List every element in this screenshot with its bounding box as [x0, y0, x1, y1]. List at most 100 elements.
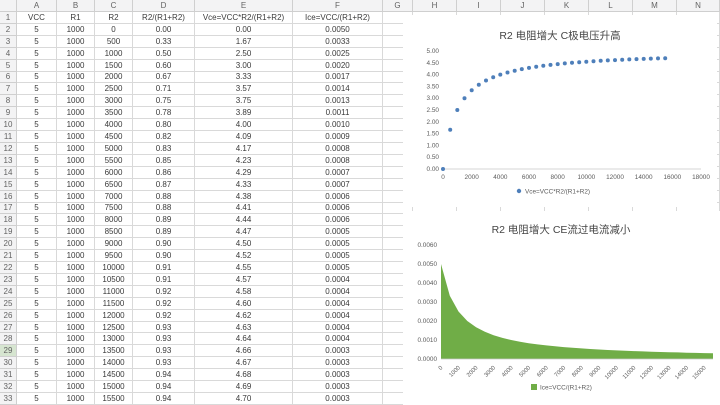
cell-C21[interactable]: 9500 — [95, 250, 133, 262]
row-header-5[interactable]: 5 — [0, 60, 17, 72]
cell-A19[interactable]: 5 — [17, 226, 57, 238]
cell-B5[interactable]: 1000 — [57, 60, 95, 72]
cell-E25[interactable]: 4.60 — [195, 298, 293, 310]
cell-C29[interactable]: 13500 — [95, 345, 133, 357]
cell-B16[interactable]: 1000 — [57, 191, 95, 203]
cell-F6[interactable]: 0.0017 — [293, 72, 383, 84]
cell-F19[interactable]: 0.0005 — [293, 226, 383, 238]
cell-E16[interactable]: 4.38 — [195, 191, 293, 203]
cell-F32[interactable]: 0.0003 — [293, 381, 383, 393]
row-header-12[interactable]: 12 — [0, 143, 17, 155]
row-header-18[interactable]: 18 — [0, 214, 17, 226]
column-header-C[interactable]: C — [95, 0, 133, 12]
row-header-10[interactable]: 10 — [0, 119, 17, 131]
cell-B17[interactable]: 1000 — [57, 203, 95, 215]
cell-B13[interactable]: 1000 — [57, 155, 95, 167]
cell-B12[interactable]: 1000 — [57, 143, 95, 155]
column-header-N[interactable]: N — [677, 0, 720, 12]
column-header-K[interactable]: K — [545, 0, 589, 12]
cell-D9[interactable]: 0.78 — [133, 107, 195, 119]
cell-C8[interactable]: 3000 — [95, 95, 133, 107]
cell-B3[interactable]: 1000 — [57, 36, 95, 48]
cell-A3[interactable]: 5 — [17, 36, 57, 48]
row-header-24[interactable]: 24 — [0, 286, 17, 298]
row-header-33[interactable]: 33 — [0, 393, 17, 405]
row-header-15[interactable]: 15 — [0, 179, 17, 191]
cell-B23[interactable]: 1000 — [57, 274, 95, 286]
cell-C25[interactable]: 11500 — [95, 298, 133, 310]
cell-F22[interactable]: 0.0005 — [293, 262, 383, 274]
cell-C14[interactable]: 6000 — [95, 167, 133, 179]
cell-C16[interactable]: 7000 — [95, 191, 133, 203]
row-header-7[interactable]: 7 — [0, 83, 17, 95]
cell-E24[interactable]: 4.58 — [195, 286, 293, 298]
cell-A23[interactable]: 5 — [17, 274, 57, 286]
cell-A8[interactable]: 5 — [17, 95, 57, 107]
cell-D7[interactable]: 0.71 — [133, 83, 195, 95]
cell-B11[interactable]: 1000 — [57, 131, 95, 143]
cell-A5[interactable]: 5 — [17, 60, 57, 72]
cell-A16[interactable]: 5 — [17, 191, 57, 203]
cell-A2[interactable]: 5 — [17, 24, 57, 36]
column-header-B[interactable]: B — [57, 0, 95, 12]
cell-D19[interactable]: 0.89 — [133, 226, 195, 238]
cell-F4[interactable]: 0.0025 — [293, 48, 383, 60]
cell-C10[interactable]: 4000 — [95, 119, 133, 131]
cell-E22[interactable]: 4.55 — [195, 262, 293, 274]
cell-A25[interactable]: 5 — [17, 298, 57, 310]
cell-D29[interactable]: 0.93 — [133, 345, 195, 357]
cell-F26[interactable]: 0.0004 — [293, 310, 383, 322]
row-header-3[interactable]: 3 — [0, 36, 17, 48]
cell-F14[interactable]: 0.0007 — [293, 167, 383, 179]
cell-E30[interactable]: 4.67 — [195, 357, 293, 369]
column-header-D[interactable]: D — [133, 0, 195, 12]
cell-E17[interactable]: 4.41 — [195, 203, 293, 215]
column-header-A[interactable]: A — [17, 0, 57, 12]
cell-E4[interactable]: 2.50 — [195, 48, 293, 60]
cell-C15[interactable]: 6500 — [95, 179, 133, 191]
cell-E31[interactable]: 4.68 — [195, 369, 293, 381]
cell-A15[interactable]: 5 — [17, 179, 57, 191]
cell-F15[interactable]: 0.0007 — [293, 179, 383, 191]
cell-C4[interactable]: 1000 — [95, 48, 133, 60]
cell-E12[interactable]: 4.17 — [195, 143, 293, 155]
cell-B18[interactable]: 1000 — [57, 214, 95, 226]
cell-D26[interactable]: 0.92 — [133, 310, 195, 322]
cell-F16[interactable]: 0.0006 — [293, 191, 383, 203]
cell-E18[interactable]: 4.44 — [195, 214, 293, 226]
cell-D1[interactable]: R2/(R1+R2) — [133, 12, 195, 24]
cell-D10[interactable]: 0.80 — [133, 119, 195, 131]
cell-E13[interactable]: 4.23 — [195, 155, 293, 167]
cell-D2[interactable]: 0.00 — [133, 24, 195, 36]
cell-E20[interactable]: 4.50 — [195, 238, 293, 250]
cell-D13[interactable]: 0.85 — [133, 155, 195, 167]
cell-B15[interactable]: 1000 — [57, 179, 95, 191]
cell-C20[interactable]: 9000 — [95, 238, 133, 250]
cell-F11[interactable]: 0.0009 — [293, 131, 383, 143]
cell-F20[interactable]: 0.0005 — [293, 238, 383, 250]
cell-C18[interactable]: 8000 — [95, 214, 133, 226]
cell-F30[interactable]: 0.0003 — [293, 357, 383, 369]
cell-A14[interactable]: 5 — [17, 167, 57, 179]
row-header-11[interactable]: 11 — [0, 131, 17, 143]
cell-F21[interactable]: 0.0005 — [293, 250, 383, 262]
cell-F33[interactable]: 0.0003 — [293, 393, 383, 405]
cell-D18[interactable]: 0.89 — [133, 214, 195, 226]
row-header-21[interactable]: 21 — [0, 250, 17, 262]
cell-A18[interactable]: 5 — [17, 214, 57, 226]
cell-D30[interactable]: 0.93 — [133, 357, 195, 369]
cell-F17[interactable]: 0.0006 — [293, 203, 383, 215]
cell-F29[interactable]: 0.0003 — [293, 345, 383, 357]
row-header-31[interactable]: 31 — [0, 369, 17, 381]
cell-D20[interactable]: 0.90 — [133, 238, 195, 250]
cell-C30[interactable]: 14000 — [95, 357, 133, 369]
cell-D25[interactable]: 0.92 — [133, 298, 195, 310]
cell-A26[interactable]: 5 — [17, 310, 57, 322]
row-header-32[interactable]: 32 — [0, 381, 17, 393]
cell-E2[interactable]: 0.00 — [195, 24, 293, 36]
cell-A32[interactable]: 5 — [17, 381, 57, 393]
cell-A22[interactable]: 5 — [17, 262, 57, 274]
cell-E1[interactable]: Vce=VCC*R2/(R1+R2) — [195, 12, 293, 24]
cell-A1[interactable]: VCC — [17, 12, 57, 24]
cell-F10[interactable]: 0.0010 — [293, 119, 383, 131]
